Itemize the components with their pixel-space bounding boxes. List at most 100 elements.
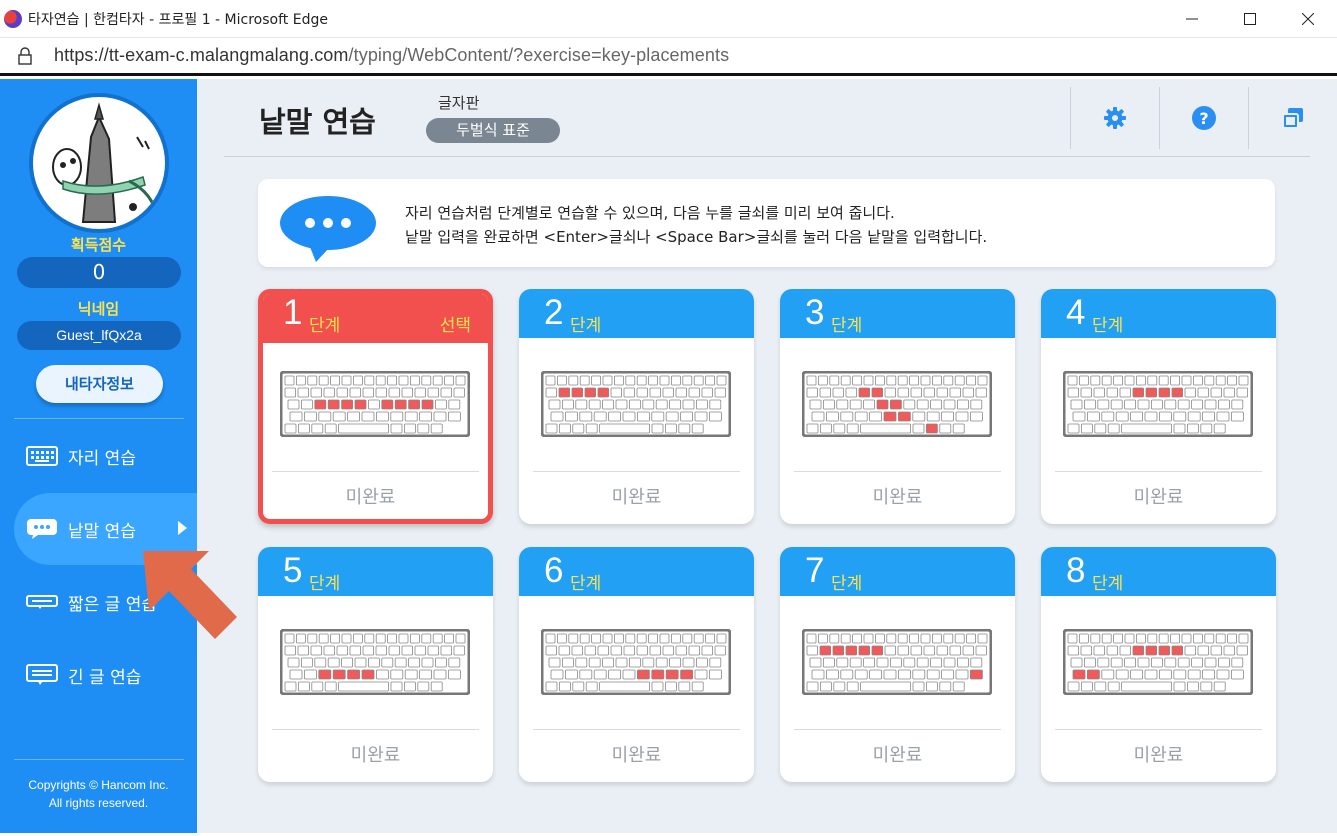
stage-card-2[interactable]: 2 단계미완료 [519,289,754,524]
minimize-icon [1186,18,1198,20]
address-bar: https://tt-exam-c.malangmalang.com/typin… [0,38,1337,76]
stage-status: 미완료 [1133,487,1184,508]
avatar [29,93,169,233]
stage-step-label: 단계 [309,316,341,336]
stage-step-label: 단계 [570,574,602,594]
stage-selected-label: 선택 [439,316,471,336]
svg-text:?: ? [1199,109,1208,128]
score-value: 0 [17,257,181,288]
stage-number: 1 [283,293,303,332]
stage-card-divider [1055,729,1262,730]
stage-step-label: 단계 [831,316,863,336]
keyboard-diagram-icon [280,629,470,695]
chevron-right-icon [178,521,187,535]
stage-number: 3 [805,293,825,332]
keyboard-diagram-icon [1063,629,1253,695]
sidebar: 획득점수 0 닉네임 Guest_lfQx2a 내타자정보 자리 연습 낱말 연… [0,79,197,833]
sidebar-divider [14,418,184,419]
window-button[interactable] [1280,105,1306,131]
stage-card-divider [533,729,740,730]
info-box: 자리 연습처럼 단계별로 연습할 수 있으며, 다음 누를 글쇠를 미리 보여 … [258,179,1275,267]
maximize-button[interactable] [1221,0,1279,38]
copyright-line: All rights reserved. [48,796,149,810]
stage-status: 미완료 [345,487,396,508]
stage-card-divider [272,729,479,730]
my-info-button[interactable]: 내타자정보 [36,365,163,403]
stage-card-6[interactable]: 6 단계미완료 [519,547,754,782]
main-content: 낱말 연습 글자판 두벌식 표준 ? 자리 연습처럼 단계별로 연습할 수 있으… [197,79,1337,833]
edge-app-icon [4,9,22,28]
header-divider [224,156,1310,157]
stage-card-divider [533,471,740,472]
keyboard-diagram-icon [802,629,992,695]
pointer-arrow-icon [143,551,237,639]
score-label: 획득점수 [70,236,127,254]
stage-number: 7 [805,551,825,590]
keyboard-icon [26,445,58,467]
maximize-icon [1244,13,1256,25]
close-button[interactable] [1279,0,1337,38]
stage-step-label: 단계 [309,574,341,594]
stage-step-label: 단계 [1092,316,1124,336]
stage-status: 미완료 [611,487,662,508]
stage-card-divider [794,729,1001,730]
copyright: Copyrights © Hancom Inc. All rights rese… [0,776,197,812]
header-separator [1070,87,1071,149]
nickname-label: 닉네임 [77,300,120,318]
url-path: /typing/WebContent/?exercise=key-placeme… [348,45,730,65]
info-text-line: 자리 연습처럼 단계별로 연습할 수 있으며, 다음 누를 글쇠를 미리 보여 … [405,204,895,222]
help-icon: ? [1192,106,1216,130]
stage-number: 6 [544,551,564,590]
avatar-character-icon [52,102,159,223]
window-title-bar: 타자연습 | 한컴타자 - 프로필 1 - Microsoft Edge [0,0,1337,38]
stage-card-7[interactable]: 7 단계미완료 [780,547,1015,782]
sidebar-item-label: 긴 글 연습 [68,667,142,688]
header-separator [1159,87,1160,149]
stage-step-label: 단계 [1092,574,1124,594]
sidebar-item-long-text[interactable]: 긴 글 연습 [14,639,197,711]
keyboard-layout-badge[interactable]: 두벌식 표준 [426,118,560,143]
stage-status: 미완료 [611,745,662,766]
stage-card-3[interactable]: 3 단계미완료 [780,289,1015,524]
minimize-button[interactable] [1163,0,1221,38]
stage-status: 미완료 [872,745,923,766]
window-controls [1163,0,1337,38]
stage-card-4[interactable]: 4 단계미완료 [1041,289,1276,524]
stage-card-5[interactable]: 5 단계 미완료 [258,547,493,782]
stage-status: 미완료 [872,487,923,508]
gear-icon [1104,107,1126,129]
page-title: 낱말 연습 [259,105,376,139]
help-button[interactable]: ? [1191,105,1217,131]
short-text-icon [26,591,58,613]
window-title: 타자연습 | 한컴타자 - 프로필 1 - Microsoft Edge [28,11,328,28]
window-icon [1282,108,1303,129]
stage-step-label: 단계 [570,316,602,336]
keyboard-diagram-icon [1063,371,1253,437]
keyboard-diagram-icon [280,371,470,437]
sidebar-item-label: 낱말 연습 [68,521,136,542]
settings-button[interactable] [1102,105,1128,131]
close-icon [1302,13,1314,25]
keyboard-layout-label: 글자판 [438,94,480,112]
stage-card-1[interactable]: 1 단계 선택미완료 [258,289,493,524]
stage-number: 2 [544,293,564,332]
info-text-line: 낱말 입력을 완료하면 <Enter>글쇠나 <Space Bar>글쇠를 눌러… [405,228,988,246]
sidebar-item-key-placement[interactable]: 자리 연습 [14,420,197,492]
stage-card-8[interactable]: 8 단계미완료 [1041,547,1276,782]
stage-card-divider [272,471,479,472]
stage-number: 8 [1066,551,1086,590]
header-separator [1248,87,1249,149]
sidebar-item-label: 자리 연습 [68,448,136,469]
stage-step-label: 단계 [831,574,863,594]
speech-bubble-icon [280,196,376,262]
url-field[interactable]: https://tt-exam-c.malangmalang.com/typin… [54,45,729,66]
lock-icon [18,46,32,65]
long-text-icon [26,664,58,686]
stage-status: 미완료 [1133,745,1184,766]
stage-card-divider [794,471,1001,472]
keyboard-diagram-icon [541,371,731,437]
keyboard-diagram-icon [802,371,992,437]
stage-number: 4 [1066,293,1086,332]
url-host: https://tt-exam-c.malangmalang.com [54,45,349,65]
stage-card-divider [1055,471,1262,472]
